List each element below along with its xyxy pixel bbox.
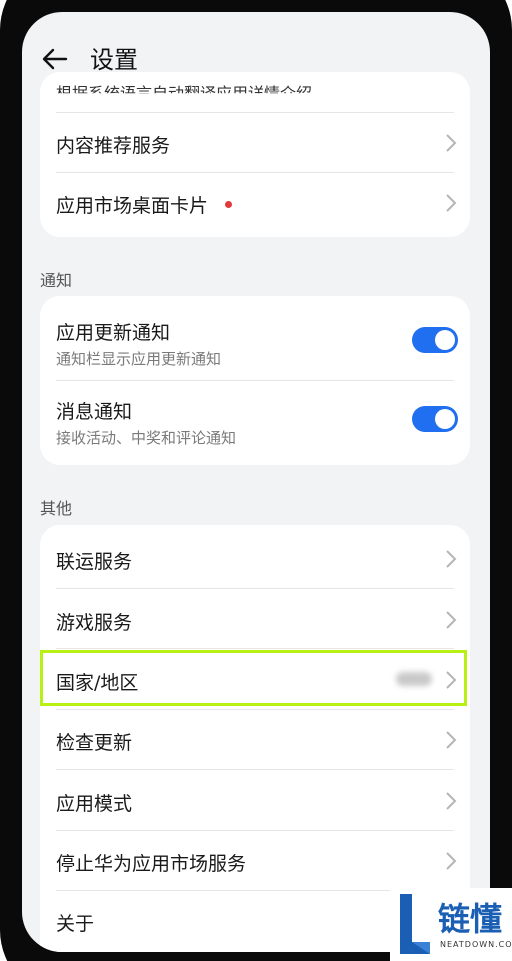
setting-label: 游戏服务 bbox=[56, 612, 133, 634]
watermark-site: NEATDOWN.COM bbox=[440, 940, 512, 949]
update-notification-toggle[interactable] bbox=[412, 327, 458, 353]
highlight-box bbox=[40, 650, 467, 706]
logo-mark-icon bbox=[400, 894, 430, 954]
chevron-right-icon bbox=[446, 134, 457, 152]
section-title-other: 其他 bbox=[40, 499, 73, 518]
setting-label: 检查更新 bbox=[56, 732, 133, 754]
watermark-title: 链懂 bbox=[438, 900, 503, 938]
side-button bbox=[0, 125, 6, 165]
phone-frame: 设置 根据系统语言自动翻译应用详情介绍 内容推荐服务 应用市场桌面卡片 通知 应… bbox=[0, 0, 512, 961]
setting-desktop-card[interactable]: 应用市场桌面卡片 bbox=[40, 173, 470, 233]
setting-label: 联运服务 bbox=[56, 551, 133, 573]
app-screen: 设置 根据系统语言自动翻译应用详情介绍 内容推荐服务 应用市场桌面卡片 通知 应… bbox=[22, 12, 490, 952]
section-title-notification: 通知 bbox=[40, 271, 73, 290]
setting-joint-operation[interactable]: 联运服务 bbox=[40, 525, 470, 585]
setting-stop-service[interactable]: 停止华为应用市场服务 bbox=[40, 831, 470, 890]
setting-description: 通知栏显示应用更新通知 bbox=[56, 350, 222, 368]
watermark-logo: 链懂 NEATDOWN.COM bbox=[390, 888, 512, 961]
new-badge-dot bbox=[225, 201, 232, 208]
chevron-right-icon bbox=[446, 792, 457, 810]
setting-message-notification[interactable]: 消息通知 接收活动、中奖和评论通知 bbox=[40, 381, 470, 465]
page-title: 设置 bbox=[90, 46, 138, 74]
settings-card-notification: 应用更新通知 通知栏显示应用更新通知 消息通知 接收活动、中奖和评论通知 bbox=[40, 296, 470, 465]
setting-game-service[interactable]: 游戏服务 bbox=[40, 589, 470, 648]
setting-label: 内容推荐服务 bbox=[56, 135, 171, 157]
setting-app-mode[interactable]: 应用模式 bbox=[40, 770, 470, 830]
setting-label: 消息通知 bbox=[56, 401, 133, 423]
partial-setting-text: 根据系统语言自动翻译应用详情介绍 bbox=[56, 84, 313, 103]
chevron-right-icon bbox=[446, 611, 457, 629]
toggle-knob bbox=[435, 330, 455, 350]
chevron-right-icon bbox=[446, 194, 457, 212]
setting-label: 应用市场桌面卡片 bbox=[56, 195, 209, 217]
setting-content-recommendation[interactable]: 内容推荐服务 bbox=[40, 113, 470, 173]
setting-label: 应用更新通知 bbox=[56, 322, 171, 344]
setting-update-notification[interactable]: 应用更新通知 通知栏显示应用更新通知 bbox=[40, 296, 470, 380]
chevron-right-icon bbox=[446, 852, 457, 870]
chevron-right-icon bbox=[446, 731, 457, 749]
setting-check-update[interactable]: 检查更新 bbox=[40, 710, 470, 769]
setting-label: 关于 bbox=[56, 913, 95, 935]
setting-description: 接收活动、中奖和评论通知 bbox=[56, 429, 237, 447]
setting-label: 停止华为应用市场服务 bbox=[56, 853, 247, 875]
toggle-knob bbox=[435, 409, 455, 429]
chevron-right-icon bbox=[446, 550, 457, 568]
back-arrow-icon[interactable] bbox=[40, 44, 70, 74]
side-button bbox=[506, 230, 512, 340]
setting-label: 应用模式 bbox=[56, 793, 133, 815]
settings-card-general: 根据系统语言自动翻译应用详情介绍 内容推荐服务 应用市场桌面卡片 bbox=[40, 72, 470, 237]
message-notification-toggle[interactable] bbox=[412, 406, 458, 432]
side-button bbox=[0, 180, 6, 250]
side-button bbox=[0, 290, 6, 370]
